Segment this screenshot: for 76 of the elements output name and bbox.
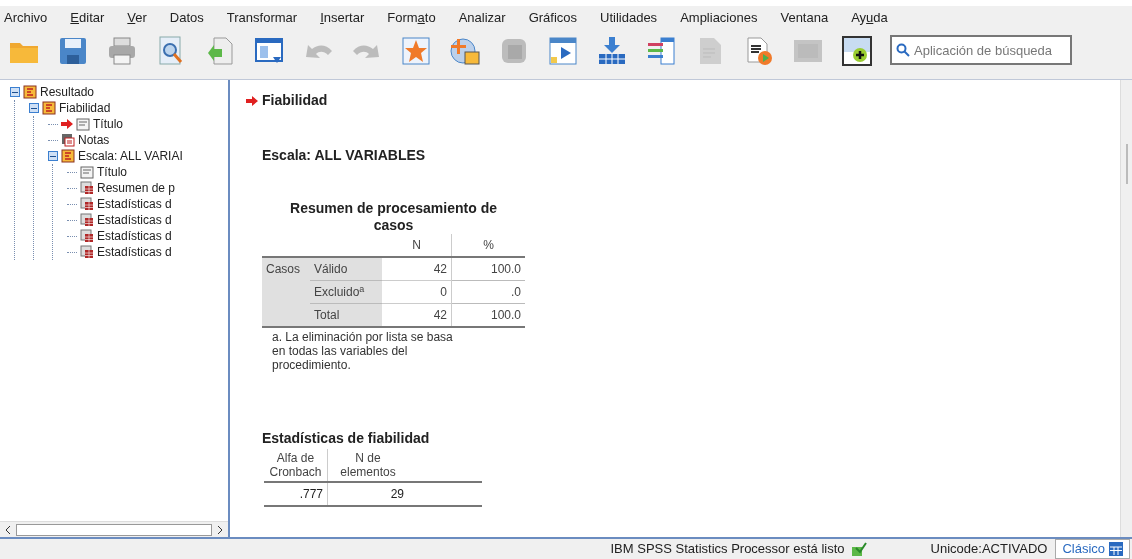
- column-header: N de elementos: [339, 450, 397, 481]
- table-icon: [80, 197, 94, 211]
- search-icon: [896, 43, 910, 57]
- menu-item[interactable]: Archivo: [4, 8, 48, 28]
- printer-icon[interactable]: [106, 35, 138, 67]
- row-label: Válido: [310, 258, 382, 280]
- tree-item[interactable]: Estadísticas d: [97, 211, 172, 229]
- menu-item[interactable]: Datos: [169, 8, 204, 28]
- tree-item[interactable]: Estadísticas d: [97, 227, 172, 245]
- table-title: Estadísticas de fiabilidad: [262, 429, 431, 448]
- row-label: Excluido$^{a}$: [310, 280, 382, 303]
- star-table-icon[interactable]: [400, 35, 432, 67]
- column-header: N: [382, 234, 452, 256]
- output-heading: Fiabilidad: [262, 91, 328, 110]
- current-item-arrow-icon: [61, 119, 73, 129]
- tree-item[interactable]: Estadísticas d: [97, 195, 172, 213]
- table-icon: [80, 213, 94, 227]
- tree-item[interactable]: Resultado: [40, 83, 95, 101]
- book-icon: [23, 85, 37, 99]
- book-icon: [61, 149, 75, 163]
- tree-item[interactable]: Título: [97, 163, 127, 181]
- table-cell: .777: [264, 483, 328, 505]
- search-field[interactable]: Aplicación de búsqueda: [890, 35, 1072, 65]
- menu-item[interactable]: Insertar: [320, 8, 365, 28]
- table-cell-text: 29: [389, 486, 405, 503]
- table-footnote: a. La eliminación por lista se basa en todas las variables del procedimiento.: [271, 330, 454, 372]
- table-cell: 100.0: [452, 303, 525, 326]
- collapse-toggle[interactable]: [29, 103, 39, 113]
- globe-table-icon[interactable]: [449, 35, 481, 67]
- status-message: IBM SPSS Statistics Processor está listo: [610, 540, 845, 559]
- tree-item[interactable]: Título: [93, 115, 123, 133]
- collapse-toggle[interactable]: [48, 151, 58, 161]
- menu-item[interactable]: Ayuda: [851, 8, 888, 28]
- tree-item[interactable]: Resumen de p: [97, 179, 176, 197]
- table-cell: 42: [382, 258, 452, 280]
- table-cell-text: 100.0: [489, 261, 522, 278]
- row-label: Total: [310, 303, 382, 326]
- check-icon: [850, 542, 867, 556]
- menu-item[interactable]: Ver: [127, 8, 147, 28]
- tree-item[interactable]: Estadísticas d: [97, 243, 172, 261]
- table-cell: .0: [452, 280, 525, 303]
- menu-item[interactable]: Transformar: [226, 8, 298, 28]
- mode-button[interactable]: Clásico: [1055, 539, 1130, 559]
- vertical-scrollbar[interactable]: [1120, 80, 1132, 537]
- table-icon: [80, 245, 94, 259]
- row-group-label: Casos: [262, 258, 310, 326]
- horizontal-scrollbar[interactable]: [0, 521, 228, 537]
- list-table-icon[interactable]: [645, 35, 677, 67]
- table-icon: [80, 181, 94, 195]
- table-icon: [80, 229, 94, 243]
- column-header: %: [482, 237, 495, 254]
- book-icon: [42, 101, 56, 115]
- download-table-icon[interactable]: [596, 35, 628, 67]
- menu-item[interactable]: Utilidades: [600, 8, 658, 28]
- scale-heading: Escala: ALL VARIABLES: [262, 146, 427, 165]
- table-cell: 0: [382, 280, 452, 303]
- tree-item[interactable]: Fiabilidad: [59, 99, 111, 117]
- column-header: Alfa de Cronbach: [264, 449, 328, 481]
- menu-item[interactable]: Editar: [70, 8, 105, 28]
- menu-item[interactable]: Gráficos: [528, 8, 578, 28]
- tree-item[interactable]: Escala: ALL VARIAI: [78, 147, 183, 165]
- table-cell: 42: [382, 303, 452, 326]
- encoding-status: Unicode:ACTIVADO: [930, 540, 1048, 559]
- table-icon: [1109, 542, 1123, 556]
- menu-item[interactable]: Ampliaciones: [680, 8, 758, 28]
- plus-icon[interactable]: [841, 35, 873, 67]
- current-item-arrow-icon: [246, 95, 258, 106]
- table-title: Resumen de procesamiento de casos: [289, 200, 498, 234]
- notes-icon: [61, 133, 75, 147]
- menu-item[interactable]: Analizar: [458, 8, 506, 28]
- collapse-toggle[interactable]: [10, 87, 20, 97]
- menu-item[interactable]: Ventana: [780, 8, 829, 28]
- menu-item[interactable]: Formato: [387, 8, 436, 28]
- title-page-icon: [76, 117, 90, 131]
- title-page-icon: [80, 165, 94, 179]
- tree-item[interactable]: Notas: [78, 131, 110, 149]
